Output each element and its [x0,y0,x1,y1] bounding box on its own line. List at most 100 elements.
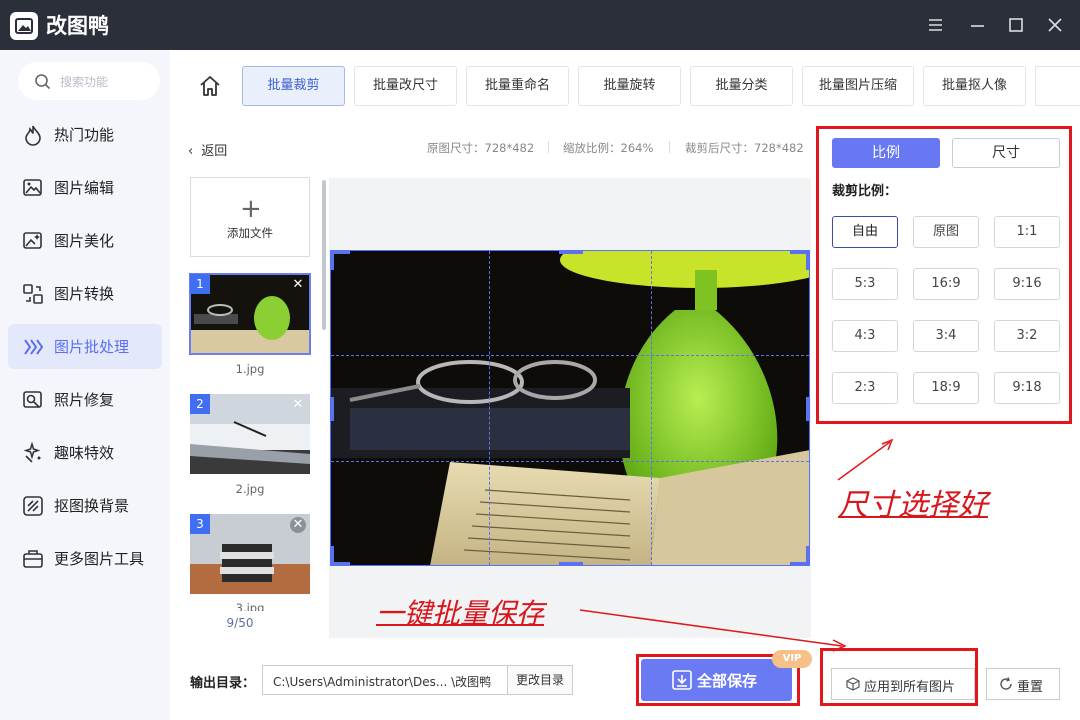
tab-ratio[interactable]: 比例 [832,138,940,168]
crop-handle[interactable] [806,546,810,566]
sidebar-item-label: 图片批处理 [54,338,130,356]
ratio-option[interactable]: 3:2 [994,320,1060,352]
reset-label: 重置 [1017,680,1044,695]
ratio-option[interactable]: 自由 [832,216,898,248]
thumbnail-3[interactable]: 3 ✕ [190,514,310,594]
thumbnail-number: 3 [190,514,210,534]
search-placeholder: 搜索功能 [60,75,109,89]
sparkle-icon [22,441,44,464]
annotation-size-note: 尺寸选择好 [838,488,988,523]
thumbnail-1[interactable]: 1 ✕ [189,273,311,355]
crop-handle[interactable] [806,250,810,270]
tab-1[interactable]: 批量改尺寸 [354,66,457,106]
home-icon[interactable] [198,74,222,102]
save-all-label: 全部保存 [697,672,758,690]
crop-handle[interactable] [330,397,334,421]
crop-handle[interactable] [559,250,583,254]
sidebar-item-1[interactable]: 图片编辑 [8,165,162,210]
change-directory-button[interactable]: 更改目录 [507,666,572,694]
sidebar-item-6[interactable]: 趣味特效 [8,430,162,475]
thumbnail-number: 2 [190,394,210,414]
crop-handle[interactable] [806,397,810,421]
crop-handle[interactable] [330,250,334,270]
tab-4[interactable]: 批量分类 [690,66,793,106]
tab-5[interactable]: 批量图片压缩 [802,66,914,106]
ratio-option[interactable]: 5:3 [832,268,898,300]
ratio-option[interactable]: 9:18 [994,372,1060,404]
reset-button[interactable]: 重置 [986,668,1060,700]
image-convert-icon [22,283,44,305]
grid-line [331,461,809,462]
remove-icon[interactable]: ✕ [290,517,306,533]
sidebar-item-label: 图片转换 [54,285,115,303]
search-input[interactable]: 搜索功能 [18,62,160,100]
ratio-option[interactable]: 4:3 [832,320,898,352]
plus-icon: + [240,194,262,224]
cube-icon [846,677,860,695]
sidebar-item-8[interactable]: 更多图片工具 [8,536,162,581]
tab-overflow[interactable] [1035,66,1080,106]
apply-all-label: 应用到所有图片 [864,680,956,695]
thumbnail-number: 1 [190,274,210,294]
photo-repair-icon [22,389,44,411]
crop-handle[interactable] [559,562,583,566]
search-icon [34,73,52,95]
sidebar-item-label: 抠图换背景 [54,497,130,515]
zoom-ratio: 缩放比例：264% [563,141,654,155]
sidebar-item-label: 趣味特效 [54,444,115,462]
sidebar-item-3[interactable]: 图片转换 [8,271,162,316]
ratio-option[interactable]: 18:9 [913,372,979,404]
menu-icon[interactable] [922,12,948,38]
sidebar-item-0[interactable]: 热门功能 [8,112,162,157]
vip-badge: VIP [772,650,812,668]
original-size: 原图尺寸：728*482 [427,141,535,155]
tab-3[interactable]: 批量旋转 [578,66,681,106]
save-all-button[interactable]: 全部保存 [641,659,792,701]
tab-0[interactable]: 批量裁剪 [242,66,345,106]
grid-line [331,355,809,356]
ratio-option[interactable]: 1:1 [994,216,1060,248]
remove-icon[interactable]: ✕ [290,397,306,413]
output-path-field[interactable]: C:\Users\Administrator\Des... \改图鸭 更改目录 [262,665,573,695]
back-label: 返回 [201,144,228,159]
divider [548,141,549,153]
add-file-button[interactable]: + 添加文件 [190,177,310,257]
sidebar-item-7[interactable]: 抠图换背景 [8,483,162,528]
ratio-option[interactable]: 原图 [913,216,979,248]
image-edit-icon [22,177,44,199]
toolbox-icon [22,548,44,570]
app-logo-icon [10,12,38,40]
sidebar-item-label: 更多图片工具 [54,550,145,568]
sidebar-item-2[interactable]: 图片美化 [8,218,162,263]
crop-handle[interactable] [330,546,334,566]
thumbnail-name: 3.jpg [235,601,265,611]
ratio-option[interactable]: 9:16 [994,268,1060,300]
add-file-label: 添加文件 [227,226,273,240]
apply-all-button[interactable]: 应用到所有图片 [831,668,975,700]
thumbnail-name: 1.jpg [235,362,265,376]
app-title: 改图鸭 [46,14,109,38]
ratio-option[interactable]: 16:9 [913,268,979,300]
ratio-option[interactable]: 2:3 [832,372,898,404]
ratio-option[interactable]: 3:4 [913,320,979,352]
ratio-title: 裁剪比例： [832,184,898,199]
sidebar-item-5[interactable]: 照片修复 [8,377,162,422]
tab-2[interactable]: 批量重命名 [466,66,569,106]
sidebar-item-label: 图片美化 [54,232,115,250]
minimize-icon[interactable] [964,12,990,38]
annotation-save-note: 一键批量保存 [376,597,545,630]
crop-frame[interactable] [330,250,810,566]
grid-line [489,251,490,565]
image-beautify-icon [22,230,44,252]
tab-6[interactable]: 批量抠人像 [923,66,1026,106]
back-button[interactable]: ‹ 返回 [188,140,227,159]
file-list-scrollbar[interactable] [322,180,326,330]
remove-icon[interactable]: ✕ [290,277,306,293]
thumbnail-name: 2.jpg [235,482,265,496]
thumbnail-2[interactable]: 2 ✕ [190,394,310,474]
sidebar-item-4[interactable]: 图片批处理 [8,324,162,369]
maximize-icon[interactable] [1003,12,1029,38]
download-icon [671,669,693,695]
close-icon[interactable] [1042,12,1068,38]
tab-size[interactable]: 尺寸 [952,138,1060,168]
